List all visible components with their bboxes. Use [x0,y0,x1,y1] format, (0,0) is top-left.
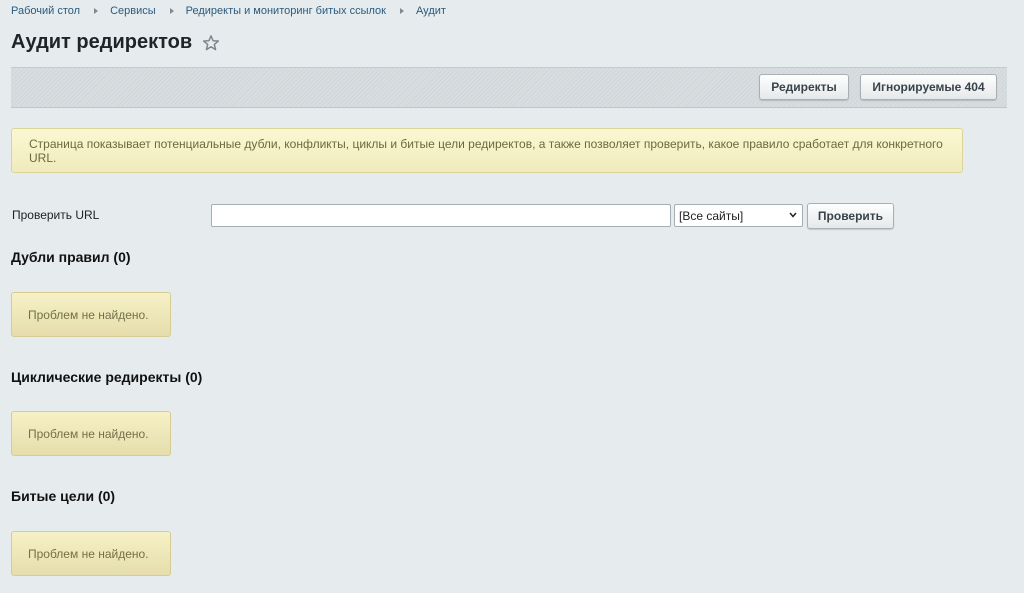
section-title-duplicates: Дубли правил (0) [11,249,131,265]
ignored-404-button[interactable]: Игнорируемые 404 [860,74,997,100]
toolbar: Редиректы Игнорируемые 404 [11,67,1007,108]
star-icon[interactable] [202,34,220,52]
empty-result-cycles: Проблем не найдено. [11,411,171,456]
site-select-value: [Все сайты] [679,208,744,223]
check-url-label: Проверить URL [12,208,100,222]
info-notice: Страница показывает потенциальные дубли,… [11,128,963,173]
breadcrumb-item-desktop[interactable]: Рабочий стол [11,5,80,17]
breadcrumb-item-services[interactable]: Сервисы [110,5,156,17]
url-input[interactable] [211,204,671,227]
redirects-button[interactable]: Редиректы [759,74,849,100]
empty-result-broken-targets: Проблем не найдено. [11,531,171,576]
breadcrumb: Рабочий стол Сервисы Редиректы и монитор… [11,5,446,17]
site-select[interactable]: [Все сайты] [674,204,803,227]
section-title-cycles: Циклические редиректы (0) [11,369,203,385]
section-title-broken-targets: Битые цели (0) [11,488,116,504]
check-button[interactable]: Проверить [807,203,894,229]
breadcrumb-item-redirects[interactable]: Редиректы и мониторинг битых ссылок [186,5,386,17]
breadcrumb-separator-icon [94,8,99,14]
breadcrumb-separator-icon [169,8,174,14]
breadcrumb-separator-icon [399,8,404,14]
chevron-down-icon [789,212,797,218]
empty-result-duplicates: Проблем не найдено. [11,292,171,337]
breadcrumb-item-audit[interactable]: Аудит [416,5,446,17]
page-title: Аудит редиректов [11,31,193,53]
